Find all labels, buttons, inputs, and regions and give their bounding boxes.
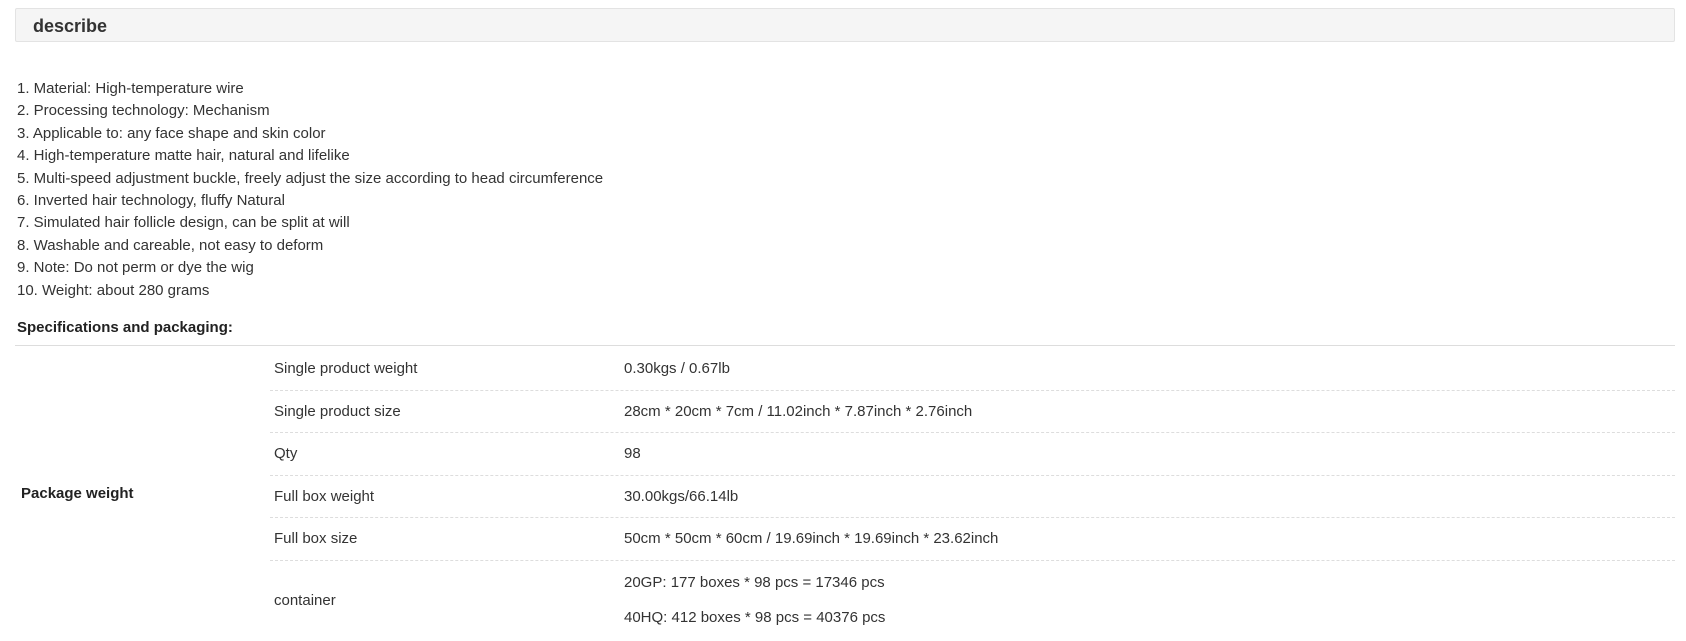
spec-name: Full box size [274, 530, 358, 547]
spec-name: container [274, 591, 336, 609]
table-row: Full box size 50cm * 50cm * 60cm / 19.69… [270, 518, 1675, 561]
spec-value: 50cm * 50cm * 60cm / 19.69inch * 19.69in… [624, 530, 999, 547]
spec-name: Qty [274, 445, 298, 462]
spec-value: 0.30kgs / 0.67lb [624, 360, 730, 377]
description-item: 5. Multi-speed adjustment buckle, freely… [17, 169, 604, 187]
package-weight-label: Package weight [21, 485, 134, 502]
description-item: 9. Note: Do not perm or dye the wig [17, 259, 254, 277]
description-item: 3. Applicable to: any face shape and ski… [17, 124, 326, 142]
description-item: 7. Simulated hair follicle design, can b… [17, 214, 350, 232]
spec-name: Single product weight [274, 360, 418, 377]
description-item: 2. Processing technology: Mechanism [17, 102, 270, 120]
specifications-table: Single product weight 0.30kgs / 0.67lb S… [270, 348, 1675, 641]
section-header: describe [15, 8, 1675, 42]
description-item: 1. Material: High-temperature wire [17, 80, 244, 97]
spec-value: 40HQ: 412 boxes * 98 pcs = 40376 pcs [624, 608, 886, 626]
spec-name: Full box weight [274, 487, 375, 505]
table-row: Full box weight 30.00kgs/66.14lb [270, 476, 1675, 518]
spec-value: 28cm * 20cm * 7cm / 11.02inch * 7.87inch… [624, 402, 973, 420]
description-item: 4. High-temperature matte hair, natural … [17, 147, 350, 165]
description-item: 10. Weight: about 280 grams [17, 281, 210, 299]
specifications-divider [15, 345, 1675, 346]
specifications-heading: Specifications and packaging: [17, 319, 233, 336]
description-item: 6. Inverted hair technology, fluffy Natu… [17, 191, 285, 209]
spec-value: 30.00kgs/66.14lb [624, 487, 739, 505]
table-row: Single product size 28cm * 20cm * 7cm / … [270, 391, 1675, 433]
description-item: 8. Washable and careable, not easy to de… [17, 236, 324, 254]
section-title: describe [33, 16, 108, 36]
spec-value: 98 [624, 445, 641, 462]
description-list: 1. Material: High-temperature wire 2. Pr… [17, 78, 603, 302]
table-row: Qty 98 [270, 433, 1675, 476]
spec-name: Single product size [274, 402, 401, 420]
table-row: Single product weight 0.30kgs / 0.67lb [270, 348, 1675, 391]
spec-value: 20GP: 177 boxes * 98 pcs = 17346 pcs [624, 573, 885, 591]
table-row: container 20GP: 177 boxes * 98 pcs = 173… [270, 561, 1675, 641]
